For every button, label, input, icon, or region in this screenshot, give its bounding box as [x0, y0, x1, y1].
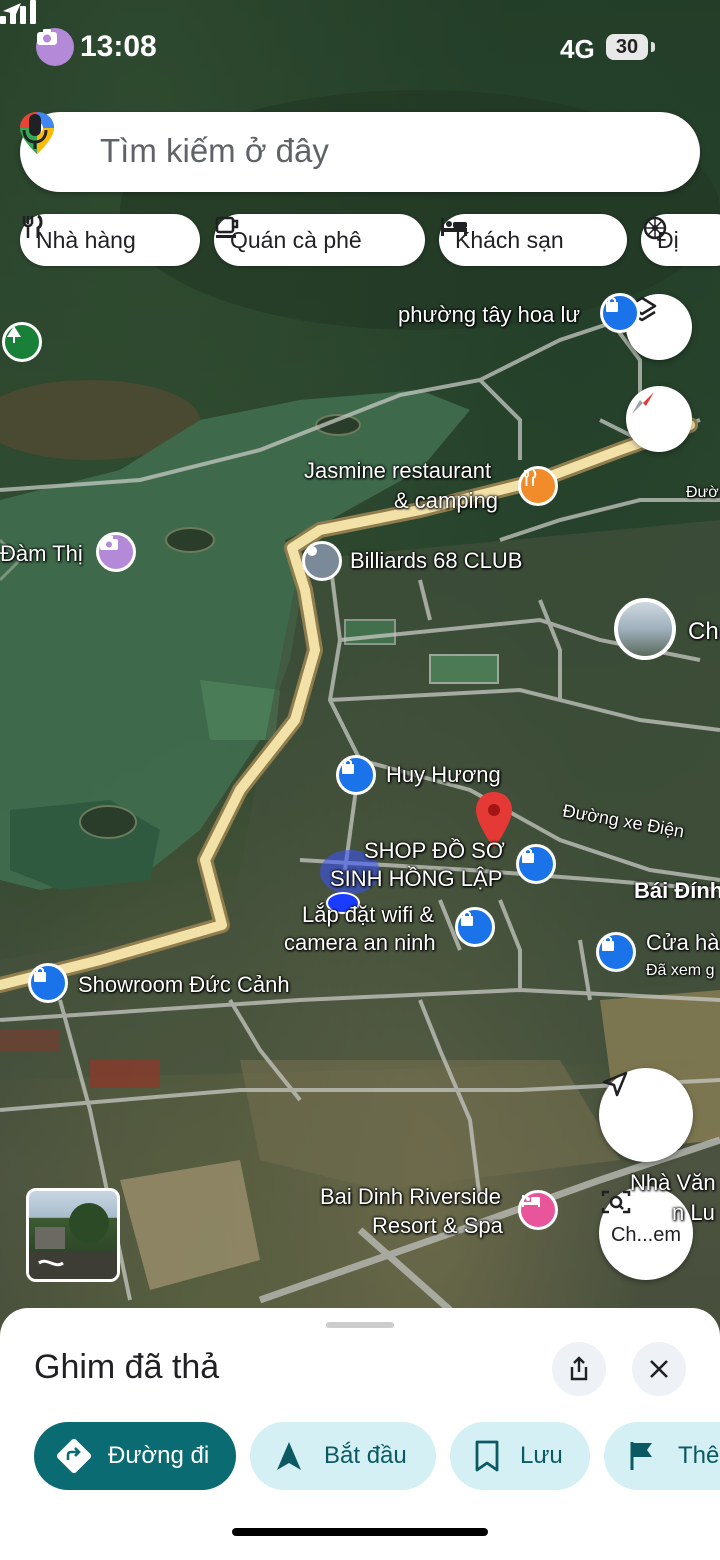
my-location-button[interactable] [599, 1068, 693, 1162]
category-chips: Nhà hàng Quán cà phê Khách sạn Đị [20, 214, 720, 266]
bed-icon [441, 218, 467, 236]
place-photo-pin[interactable] [614, 598, 676, 660]
chip-label: Nhà hàng [36, 226, 136, 253]
street-view-image [29, 1203, 117, 1279]
shop-pin[interactable] [455, 907, 495, 947]
shopping-bag-icon [606, 297, 618, 312]
compass-icon [632, 392, 654, 414]
close-icon [650, 1360, 668, 1378]
sheet-drag-handle[interactable] [326, 1322, 394, 1328]
chip-cafes[interactable]: Quán cà phê [214, 214, 425, 266]
street-view-thumbnail[interactable] [26, 1188, 120, 1282]
camera-search-icon [601, 1190, 631, 1214]
shopping-bag-icon [342, 759, 354, 774]
shopping-bag-icon [461, 911, 473, 926]
battery-level: 30 [606, 34, 648, 60]
directions-icon [56, 1438, 92, 1474]
flag-icon [630, 1442, 652, 1470]
label-nha-van-1[interactable]: Nhà Văn [630, 1168, 716, 1198]
label-shop-2[interactable]: SINH HỒNG LẬP [330, 864, 502, 894]
save-button[interactable]: Lưu [450, 1422, 590, 1490]
label-ch[interactable]: Ch [688, 617, 719, 647]
save-label: Lưu [520, 1442, 563, 1469]
start-label: Bắt đầu [324, 1442, 407, 1469]
label-nha-van-2[interactable]: n Lu [672, 1198, 715, 1228]
compass-button[interactable] [626, 386, 692, 452]
coffee-cup-icon [215, 216, 239, 238]
label-huy-huong[interactable]: Huy Hương [386, 760, 501, 790]
directions-button[interactable]: Đường đi [34, 1422, 236, 1490]
start-button[interactable]: Bắt đầu [250, 1422, 436, 1490]
chip-restaurants[interactable]: Nhà hàng [20, 214, 200, 266]
label-jasmine-2[interactable]: & camping [394, 486, 498, 516]
restaurant-pin[interactable] [518, 466, 558, 506]
chip-label: Khách sạn [455, 226, 564, 253]
camera-icon [100, 536, 118, 550]
bottom-sheet: Ghim đã thả Đường đi Bắt đầu Lưu Thê [0, 1308, 720, 1560]
label-bai-dinh[interactable]: Bái Đính [634, 876, 720, 906]
shopping-bag-icon [522, 848, 534, 863]
camera-app-icon [36, 28, 74, 66]
shopping-bag-icon [602, 936, 614, 951]
billiards-pin[interactable] [302, 541, 342, 581]
label-riverside-2[interactable]: Resort & Spa [372, 1211, 503, 1241]
close-button[interactable] [632, 1342, 686, 1396]
generic-place-icon [307, 546, 317, 556]
bookmark-icon [475, 1440, 499, 1472]
shop-pin[interactable] [596, 932, 636, 972]
fork-knife-icon [22, 214, 43, 238]
shop-pin[interactable] [28, 963, 68, 1003]
signal-icon [0, 0, 36, 24]
label-riverside-1[interactable]: Bai Dinh Riverside [320, 1182, 501, 1212]
home-indicator[interactable] [232, 1528, 488, 1536]
directions-label: Đường đi [108, 1442, 210, 1469]
label-dam-thi[interactable]: Đàm Thị [0, 539, 83, 569]
more-button[interactable]: Thê [604, 1422, 720, 1490]
search-input[interactable]: Tìm kiếm ở đây [100, 132, 329, 170]
hotel-pin[interactable] [518, 1190, 558, 1230]
status-time: 13:08 [80, 30, 157, 63]
microphone-icon[interactable] [20, 112, 50, 152]
more-label: Thê [678, 1442, 720, 1469]
lens-label: Ch...em [610, 1223, 682, 1246]
label-da-xem: Đã xem g [646, 962, 715, 979]
navigation-arrow-icon [602, 1071, 628, 1097]
shopping-bag-icon [34, 967, 46, 982]
chip-label: Quán cà phê [230, 226, 362, 253]
bed-icon [522, 1195, 540, 1207]
shop-pin[interactable] [600, 293, 640, 333]
photo-pin[interactable] [96, 532, 136, 572]
share-icon [570, 1356, 588, 1381]
label-cua-ha[interactable]: Cửa hà [646, 928, 719, 958]
navigation-arrow-icon [277, 1442, 301, 1470]
fork-knife-icon [524, 469, 537, 486]
label-duong-top[interactable]: Đườ [686, 478, 719, 508]
attraction-icon [643, 216, 667, 240]
shop-pin[interactable] [336, 755, 376, 795]
shop-pin[interactable] [516, 844, 556, 884]
chip-attractions[interactable]: Đị [641, 214, 720, 266]
tree-icon [7, 326, 21, 343]
label-billiards[interactable]: Billiards 68 CLUB [350, 546, 522, 576]
share-button[interactable] [552, 1342, 606, 1396]
label-jasmine-1[interactable]: Jasmine restaurant [304, 456, 491, 486]
label-wifi-2[interactable]: camera an ninh [284, 928, 436, 958]
sheet-title: Ghim đã thả [34, 1348, 220, 1386]
label-showroom[interactable]: Showroom Đức Cảnh [78, 970, 290, 1000]
label-wifi-1[interactable]: Lắp đặt wifi & [302, 900, 434, 930]
label-phuong[interactable]: phường tây hoa lư [398, 300, 580, 330]
status-bar: 13:08 4G 30 [0, 0, 720, 100]
search-bar[interactable]: Tìm kiếm ở đây [20, 112, 700, 192]
battery-tip [651, 42, 655, 52]
park-pin[interactable] [2, 322, 42, 362]
network-type: 4G [560, 34, 595, 64]
label-shop-1[interactable]: SHOP ĐỒ SƠ [364, 836, 505, 866]
chip-hotels[interactable]: Khách sạn [439, 214, 627, 266]
